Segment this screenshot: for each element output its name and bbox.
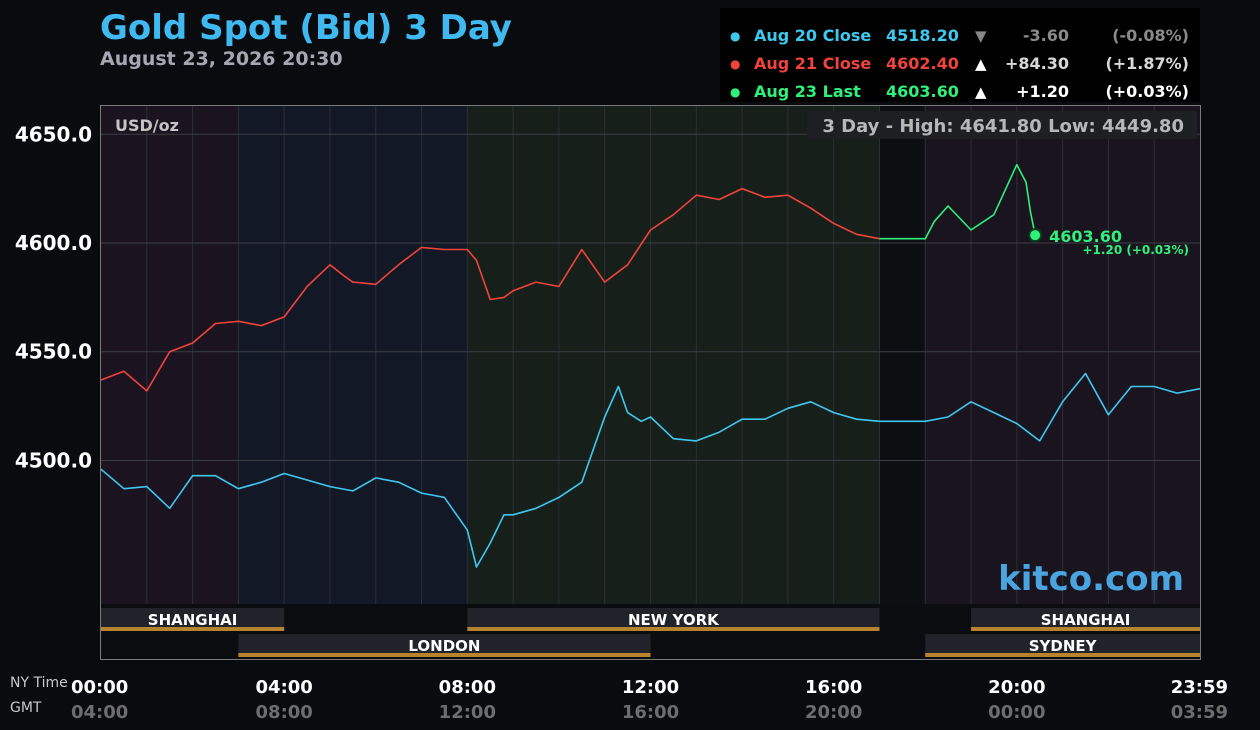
x-axis: 00:00 04:00 04:00 08:00 08:00 12:00 12:00 16:00…	[71, 677, 1228, 723]
session-shade	[879, 106, 926, 604]
y-tick-label: 4550.0	[15, 340, 92, 364]
session-label: SYDNEY	[1029, 637, 1098, 655]
x-tick-gmt: 12:00	[439, 702, 496, 723]
y-tick-label: 4600.0	[15, 231, 92, 255]
x-tick-gmt: 08:00	[256, 702, 313, 723]
y-tick-label: 4650.0	[15, 122, 92, 146]
market-sessions: SHANGHAI NEW YORK SHANGHAI LONDON SYDNEY	[101, 604, 1200, 660]
session-shade	[467, 106, 880, 604]
x-tick-gmt: 03:59	[1171, 702, 1228, 723]
x-tick-ny: 00:00	[71, 677, 128, 698]
x-tick-gmt: 20:00	[805, 702, 862, 723]
last-change-label: +1.20 (+0.03%)	[1083, 243, 1190, 257]
session-label: SHANGHAI	[148, 611, 238, 629]
x-tick-ny: 04:00	[256, 677, 313, 698]
gmt-label: GMT	[10, 700, 42, 716]
y-axis: 4500.0 4550.0 4600.0 4650.0	[15, 122, 92, 472]
ny-time-label: NY Time	[10, 675, 68, 691]
session-label: NEW YORK	[628, 611, 720, 629]
x-tick-ny: 12:00	[622, 677, 679, 698]
y-tick-label: 4500.0	[15, 448, 92, 472]
x-tick-gmt: 00:00	[988, 702, 1045, 723]
x-tick-ny: 20:00	[988, 677, 1045, 698]
session-label: LONDON	[408, 637, 480, 655]
x-tick-ny: 08:00	[439, 677, 496, 698]
x-tick-ny: 23:59	[1171, 677, 1228, 698]
unit-label: USD/oz	[115, 116, 179, 135]
session-label: SHANGHAI	[1041, 611, 1131, 629]
kitco-watermark: kitco.com	[998, 559, 1184, 599]
session-shade	[101, 106, 239, 604]
x-tick-gmt: 16:00	[622, 702, 679, 723]
x-tick-ny: 16:00	[805, 677, 862, 698]
x-tick-gmt: 04:00	[71, 702, 128, 723]
price-chart: SHANGHAI NEW YORK SHANGHAI LONDON SYDNEY USD…	[15, 105, 1228, 723]
range-text: 3 Day - High: 4641.80 Low: 4449.80	[822, 116, 1184, 137]
session-shade	[238, 106, 468, 604]
last-price-dot	[1028, 228, 1043, 243]
